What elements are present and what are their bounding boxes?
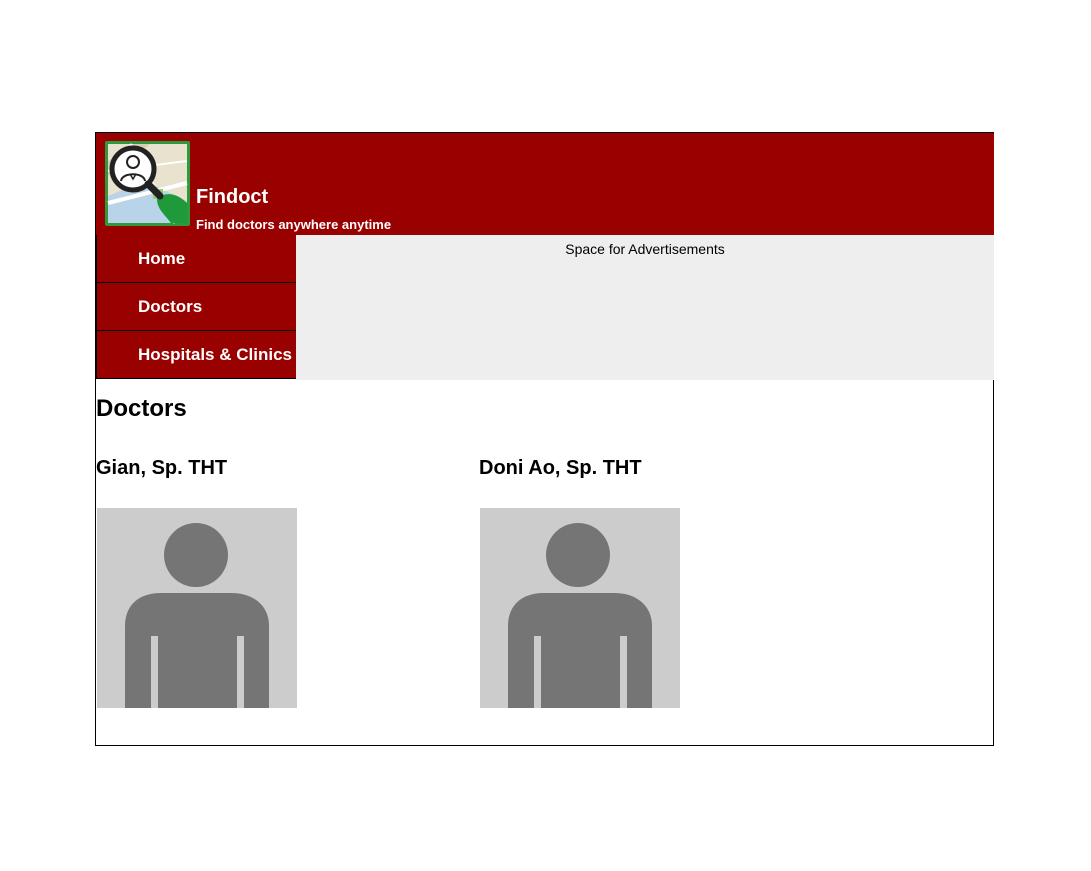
nav-item-hospitals-clinics[interactable]: Hospitals & Clinics	[96, 331, 296, 379]
findoct-logo[interactable]	[105, 141, 190, 226]
page-frame: Findoct Find doctors anywhere anytime Ho…	[95, 132, 994, 746]
person-placeholder-icon	[508, 523, 652, 708]
main-nav: Home Doctors Hospitals & Clinics	[96, 235, 296, 379]
map-search-logo-icon	[105, 141, 190, 226]
doctor-card: Gian, Sp. THT	[96, 457, 356, 708]
doctor-photo[interactable]	[97, 508, 297, 708]
brand-tagline: Find doctors anywhere anytime	[196, 217, 392, 232]
doctor-name-link[interactable]: Gian, Sp. THT	[96, 457, 356, 480]
advertisement-label: Space for Advertisements	[565, 241, 725, 257]
nav-item-doctors[interactable]: Doctors	[96, 283, 296, 331]
page-title: Doctors	[96, 395, 187, 422]
doctor-name-link[interactable]: Doni Ao, Sp. THT	[479, 457, 739, 480]
doctor-card: Doni Ao, Sp. THT	[479, 457, 739, 708]
site-header: Findoct Find doctors anywhere anytime	[96, 133, 994, 235]
doctor-photo[interactable]	[480, 508, 680, 708]
advertisement-space: Space for Advertisements	[296, 235, 994, 380]
nav-item-home[interactable]: Home	[96, 235, 296, 283]
person-placeholder-icon	[125, 523, 269, 708]
brand-name: Findoct	[196, 186, 269, 208]
